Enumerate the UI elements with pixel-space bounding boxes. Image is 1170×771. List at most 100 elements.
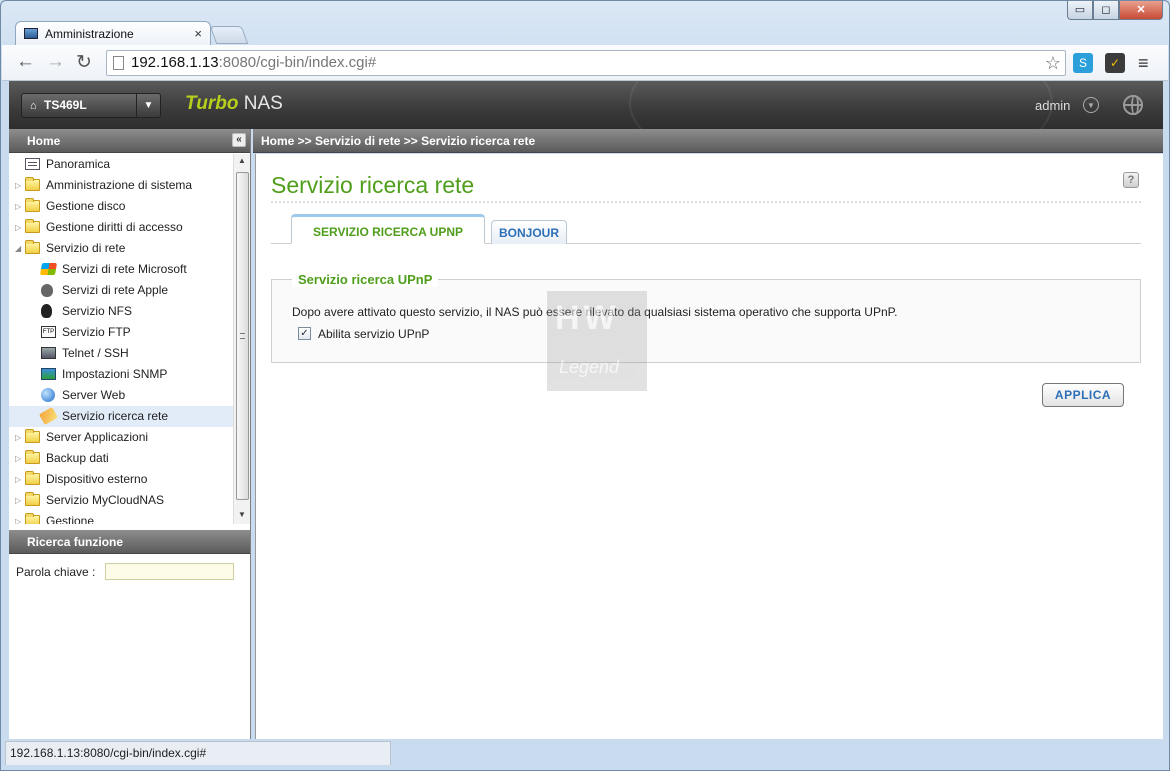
navigation-tree: Panoramica ▷ Amministrazione di sistema ▷ Ge…	[9, 154, 233, 524]
upnp-checkbox-label[interactable]: Abilita servizio UPnP	[318, 327, 429, 341]
user-name: admin	[1035, 98, 1071, 113]
expanded-arrow-icon[interactable]: ◢	[15, 238, 23, 259]
tab-bonjour[interactable]: BONJOUR	[491, 220, 567, 244]
expand-arrow-icon[interactable]: ▷	[15, 427, 23, 448]
sidebar-item[interactable]: Telnet / SSH	[9, 343, 233, 364]
brand-nas: NAS	[238, 93, 283, 114]
menu-icon[interactable]: ≡	[1138, 53, 1149, 74]
folder-icon	[25, 177, 40, 191]
sidebar-item-label: Servizio NFS	[62, 304, 133, 318]
sidebar-item[interactable]: ▷ Backup dati	[9, 448, 233, 469]
watermark-legend: Legend	[559, 357, 620, 377]
bookmark-star-icon[interactable]: ☆	[1045, 51, 1061, 75]
url-host: 192.168.1.13	[131, 54, 219, 71]
tab-upnp[interactable]: SERVIZIO RICERCA UPNP	[291, 214, 485, 244]
watermark-hw: HW	[555, 299, 620, 337]
globe-icon	[41, 388, 55, 402]
address-bar[interactable]: 192.168.1.13:8080/cgi-bin/index.cgi# ☆	[106, 50, 1066, 76]
browser-tab[interactable]: Amministrazione ×	[15, 21, 211, 45]
sidebar-item[interactable]: Panoramica	[9, 154, 233, 175]
sidebar-item-label: Servizi di rete Apple	[62, 283, 169, 297]
sidebar-item[interactable]: ▷ Server Applicazioni	[9, 427, 233, 448]
monitor-icon	[24, 28, 38, 39]
sidebar-item[interactable]: Impostazioni SNMP	[9, 364, 233, 385]
expand-arrow-icon[interactable]: ▷	[15, 511, 23, 524]
folder-icon	[25, 198, 40, 212]
expand-arrow-icon[interactable]: ▷	[15, 469, 23, 490]
sidebar-item[interactable]: ▷ Amministrazione di sistema	[9, 175, 233, 196]
browser-window: Amministrazione × ▭ ◻ ✕ ← → ↻ 192.168.1.…	[0, 0, 1170, 771]
model-name: TS469L	[44, 98, 87, 112]
sidebar-item-label: Servizi di rete Microsoft	[62, 262, 187, 276]
collapse-panel-icon[interactable]: «	[232, 133, 246, 147]
sidebar-item[interactable]: Servizio ricerca rete	[9, 406, 233, 427]
breadcrumb: Home >> Servizio di rete >> Servizio ric…	[253, 129, 1163, 153]
skype-extension-icon[interactable]: S	[1073, 53, 1093, 73]
browser-toolbar: ← → ↻ 192.168.1.13:8080/cgi-bin/index.cg…	[2, 45, 1168, 81]
left-panel: Home « Panoramica ▷ Amministrazione di sis…	[9, 129, 251, 739]
scroll-up-icon[interactable]: ▲	[238, 156, 246, 165]
maximize-button[interactable]: ◻	[1093, 1, 1119, 20]
window-controls: ▭ ◻ ✕	[1067, 1, 1163, 20]
sidebar-item-label: Telnet / SSH	[62, 346, 129, 360]
home-icon: ⌂	[30, 100, 37, 112]
minimize-button[interactable]: ▭	[1067, 1, 1093, 20]
upnp-section: Servizio ricerca UPnP Dopo avere attivat…	[271, 272, 1141, 363]
upnp-enable-checkbox[interactable]: ✓	[298, 327, 311, 340]
new-tab-button[interactable]	[209, 26, 249, 44]
back-arrow-icon[interactable]: ←	[16, 51, 35, 73]
expand-arrow-icon[interactable]: ▷	[15, 175, 23, 196]
keyword-input[interactable]	[105, 563, 234, 580]
url-path: :8080/cgi-bin/index.cgi#	[218, 54, 377, 71]
document-icon	[25, 158, 40, 170]
close-tab-icon[interactable]: ×	[194, 26, 202, 41]
nas-header: ⌂ TS469L ▼ Turbo NAS admin ▼	[9, 81, 1163, 129]
tab-strip: SERVIZIO RICERCA UPNP BONJOUR	[271, 214, 1141, 244]
reload-icon[interactable]: ↻	[76, 51, 92, 74]
sidebar-item[interactable]: ▷ Gestione	[9, 511, 233, 524]
keyword-label: Parola chiave :	[16, 565, 96, 579]
folder-icon	[25, 492, 40, 506]
tab-title: Amministrazione	[45, 26, 134, 41]
expand-arrow-icon[interactable]: ▷	[15, 217, 23, 238]
user-menu-chevron-icon[interactable]: ▼	[1083, 97, 1099, 113]
sidebar-item-label: Servizio di rete	[46, 241, 126, 255]
sidebar-item[interactable]: ▷ Dispositivo esterno	[9, 469, 233, 490]
scroll-thumb[interactable]	[236, 172, 249, 500]
expand-arrow-icon[interactable]: ▷	[15, 196, 23, 217]
tree-scrollbar[interactable]: ▲ ▼	[233, 154, 250, 524]
brand-logo: Turbo NAS	[185, 93, 283, 115]
sidebar-item[interactable]: Servizio NFS	[9, 301, 233, 322]
sidebar-item[interactable]: ▷ Gestione disco	[9, 196, 233, 217]
discovery-icon	[39, 407, 58, 425]
windows-icon	[39, 263, 58, 275]
sidebar-item[interactable]: ▷ Servizio MyCloudNAS	[9, 490, 233, 511]
sidebar-item-label: Server Applicazioni	[46, 430, 149, 444]
sidebar-item[interactable]: Server Web	[9, 385, 233, 406]
scroll-down-icon[interactable]: ▼	[238, 510, 246, 519]
model-selector[interactable]: ⌂ TS469L ▼	[21, 93, 161, 118]
folder-icon	[25, 219, 40, 233]
chevron-down-icon[interactable]: ▼	[136, 94, 160, 117]
help-icon[interactable]: ?	[1123, 172, 1139, 188]
network-icon	[41, 368, 56, 380]
apply-button[interactable]: APPLICA	[1042, 383, 1124, 407]
forward-arrow-icon[interactable]: →	[46, 51, 65, 73]
sidebar-item-label: Gestione diritti di accesso	[46, 220, 183, 234]
extension-icon[interactable]: ✓	[1105, 53, 1125, 73]
page-icon	[113, 56, 124, 70]
folder-icon	[25, 450, 40, 464]
sidebar-item[interactable]: Servizi di rete Microsoft	[9, 259, 233, 280]
expand-arrow-icon[interactable]: ▷	[15, 448, 23, 469]
sidebar-item[interactable]: Servizi di rete Apple	[9, 280, 233, 301]
main-content: Servizio ricerca rete ? SERVIZIO RICERCA…	[255, 154, 1163, 739]
page-title: Servizio ricerca rete	[271, 172, 475, 198]
sidebar-item[interactable]: ▷ Gestione diritti di accesso	[9, 217, 233, 238]
language-globe-icon[interactable]	[1123, 95, 1143, 115]
expand-arrow-icon[interactable]: ▷	[15, 490, 23, 511]
sidebar-item[interactable]: FTP Servizio FTP	[9, 322, 233, 343]
sidebar-header: Home «	[9, 129, 250, 153]
sidebar-item[interactable]: ◢ Servizio di rete	[9, 238, 233, 259]
sidebar-item-label: Servizio FTP	[62, 325, 131, 339]
close-window-button[interactable]: ✕	[1119, 1, 1163, 20]
